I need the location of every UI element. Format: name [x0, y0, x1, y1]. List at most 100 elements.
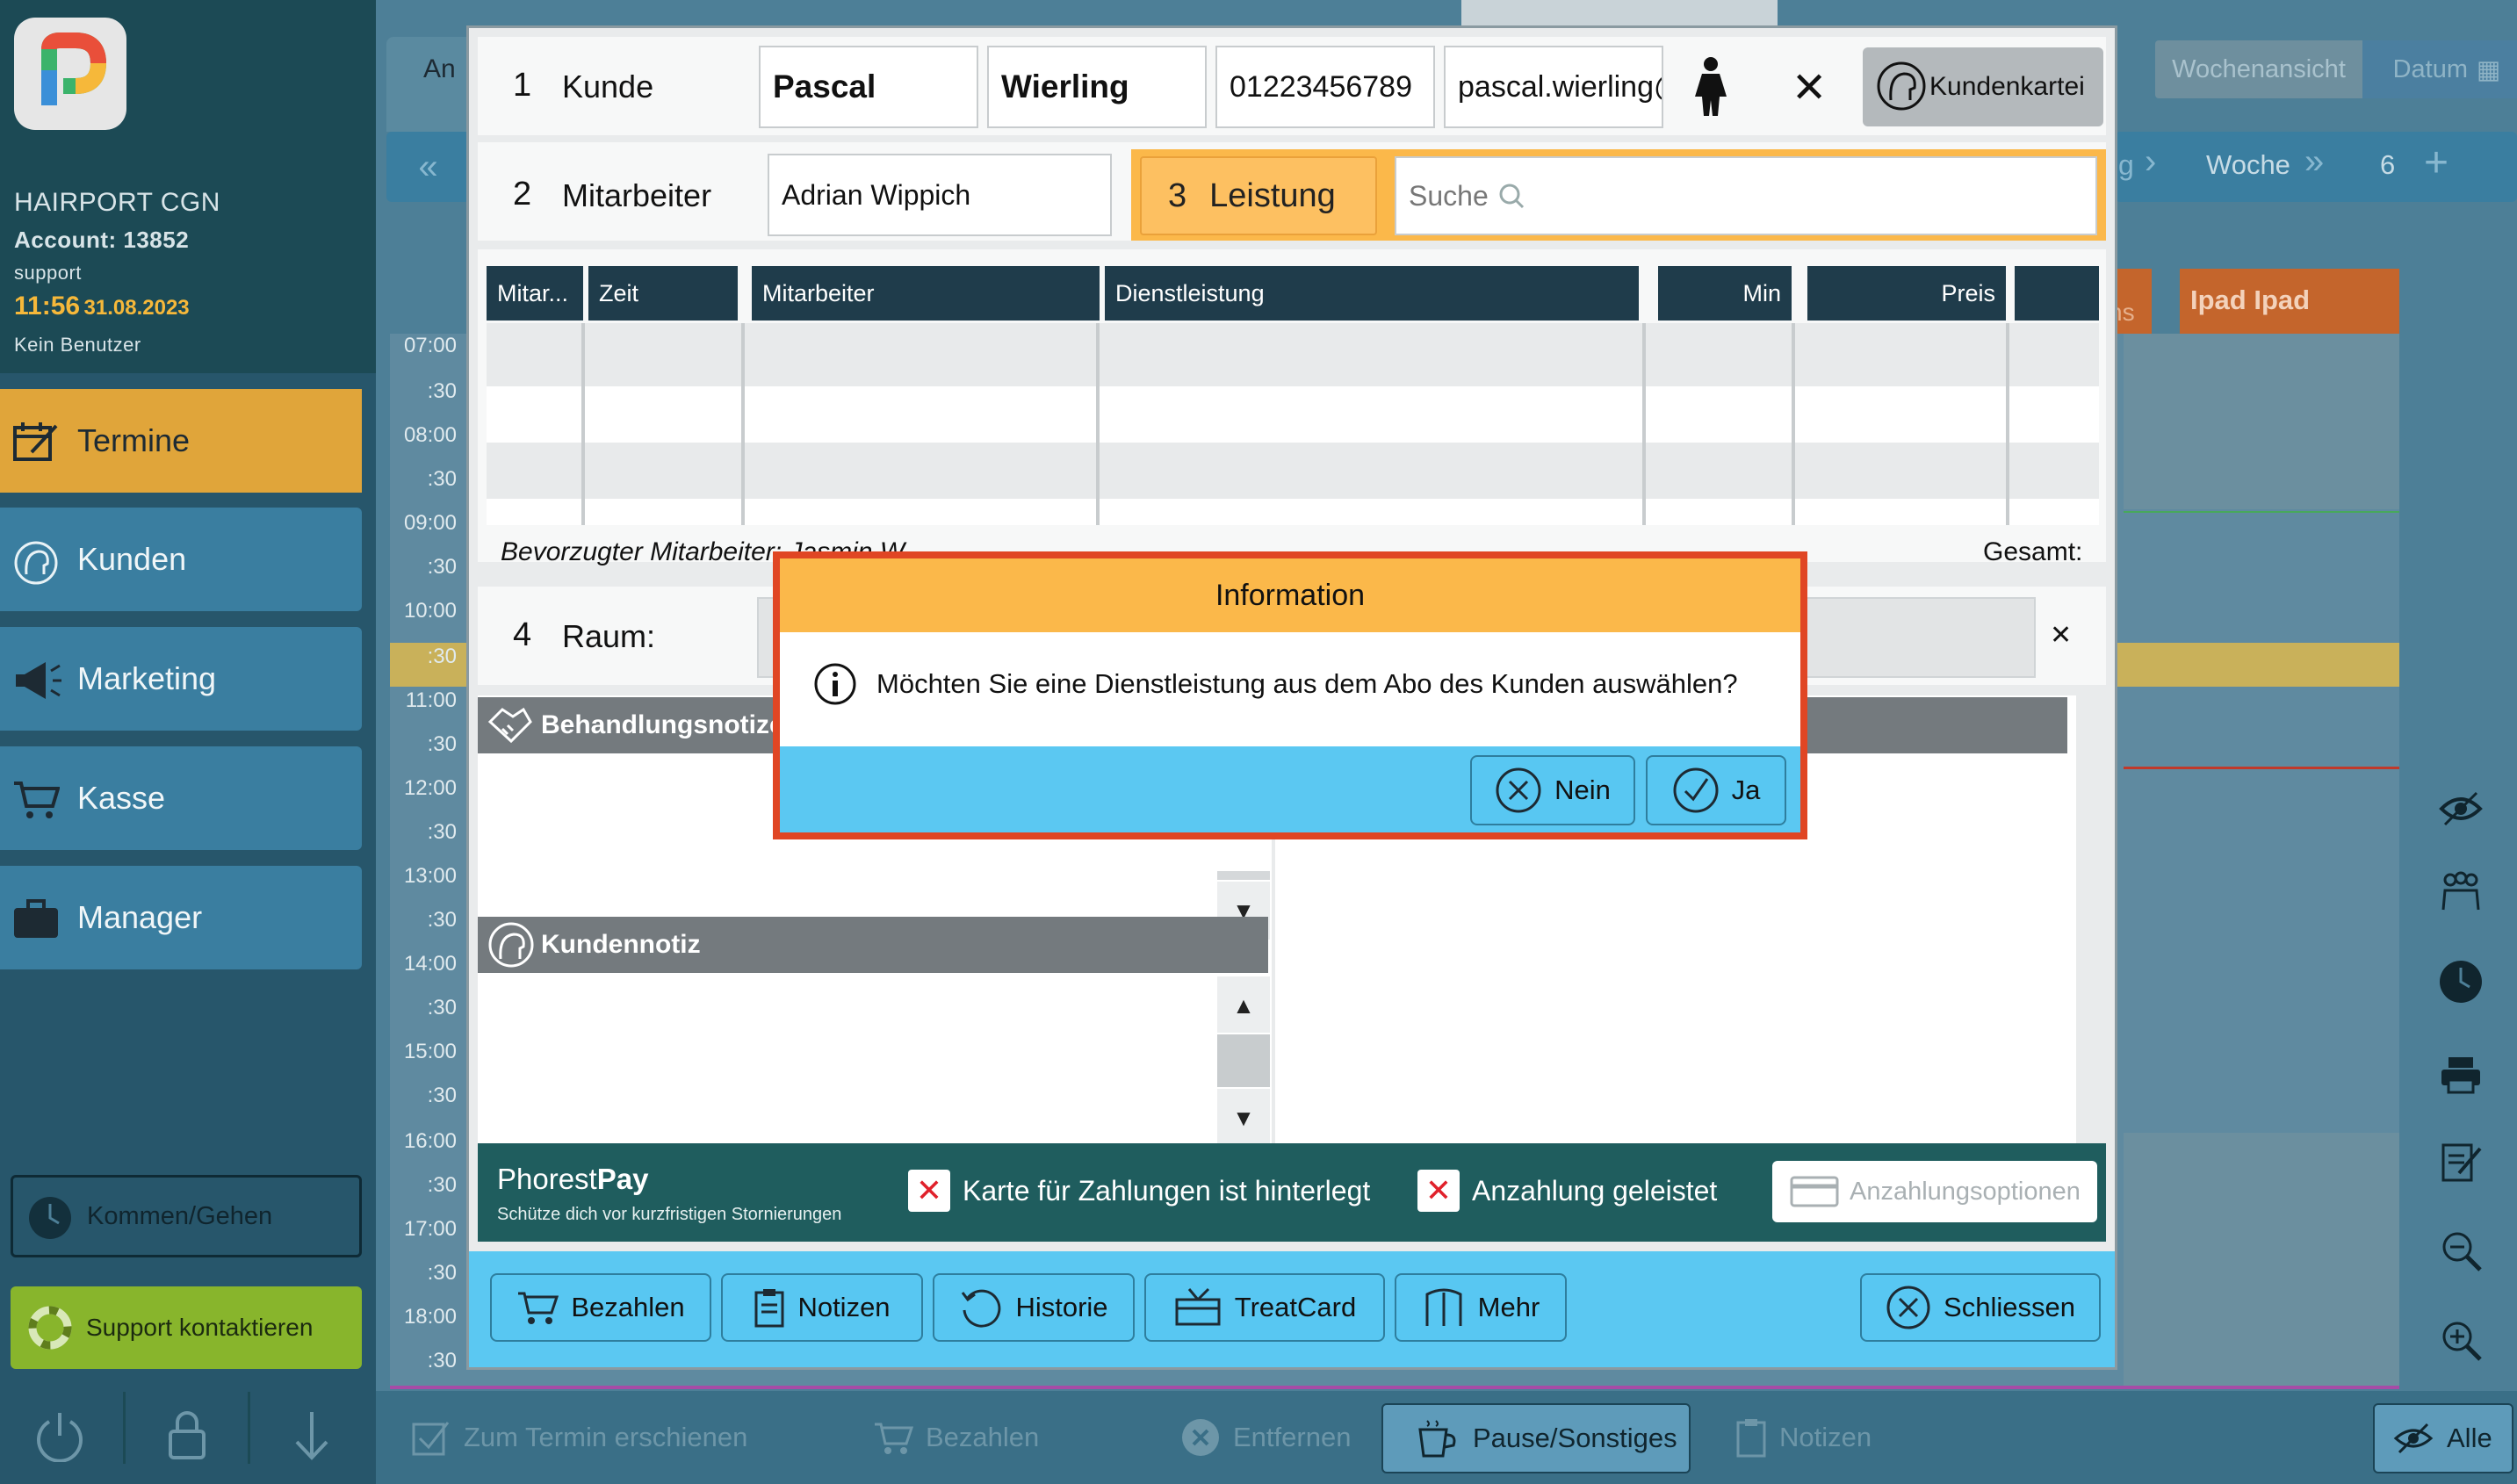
col-divider: [1792, 323, 1795, 525]
bottom-pay-label: Bezahlen: [926, 1422, 1040, 1452]
phorestpay-bar: PhorestPay Schütze dich vor kurzfristige…: [478, 1143, 2106, 1242]
next-week-icon[interactable]: »: [2304, 142, 2324, 182]
zoom-in-icon[interactable]: [2438, 1317, 2484, 1363]
sidebar-header: HAIRPORT CGN Account: 13852 support 11:5…: [0, 0, 376, 373]
more-label: Mehr: [1477, 1292, 1540, 1322]
table-row[interactable]: [487, 499, 2099, 525]
treatcard-button[interactable]: TreatCard: [1144, 1273, 1385, 1342]
col-header-minutes: Min: [1658, 266, 1792, 321]
clear-room-icon[interactable]: ✕: [2050, 620, 2072, 651]
scroll-thumb[interactable]: [1217, 1034, 1270, 1087]
clock-icon[interactable]: [2438, 959, 2484, 1005]
deposit-options-button[interactable]: Anzahlungsoptionen: [1772, 1161, 2097, 1222]
zoom-out-icon[interactable]: [2438, 1228, 2484, 1273]
deposit-status: ✕ Anzahlung geleistet: [1417, 1170, 1717, 1212]
nav-kunden[interactable]: Kunden: [0, 508, 362, 611]
information-dialog: Information Möchten Sie eine Dienstleist…: [773, 551, 1807, 839]
room-label: Raum:: [562, 618, 656, 654]
step-number: 1: [513, 67, 532, 104]
customer-phone-field[interactable]: 01223456789: [1215, 46, 1435, 128]
week-label: Woche: [2206, 149, 2290, 180]
lock-icon[interactable]: [167, 1410, 207, 1459]
dialog-footer: Nein Ja: [780, 746, 1800, 832]
notes-button[interactable]: Notizen: [721, 1273, 923, 1342]
table-row[interactable]: [487, 323, 2099, 386]
scroll-thumb[interactable]: [1217, 871, 1270, 880]
nav-manager[interactable]: Manager: [0, 866, 362, 969]
customer-card-button[interactable]: Kundenkartei: [1863, 47, 2103, 126]
dialog-message-row: Möchten Sie eine Dienstleistung aus dem …: [813, 662, 1738, 706]
customer-firstname-field[interactable]: Pascal: [759, 46, 978, 128]
bottom-pay-button[interactable]: Bezahlen: [873, 1391, 1039, 1484]
support-button[interactable]: Support kontaktieren: [11, 1286, 362, 1369]
step-number: 3: [1168, 176, 1187, 214]
clear-customer-icon[interactable]: ✕: [1792, 63, 1827, 112]
more-arrows-icon: [1422, 1287, 1466, 1328]
group-icon[interactable]: [2438, 869, 2484, 915]
show-all-button[interactable]: Alle: [2373, 1403, 2513, 1473]
more-button[interactable]: Mehr: [1395, 1273, 1567, 1342]
pause-button[interactable]: Pause/Sonstiges: [1381, 1403, 1691, 1473]
cart-icon: [873, 1419, 913, 1456]
col-header-extra: [2015, 266, 2099, 321]
nav-label: Termine: [77, 422, 191, 458]
coffee-cup-icon: [1415, 1417, 1460, 1459]
history-button[interactable]: Historie: [933, 1273, 1135, 1342]
time-label: 07:00: [403, 334, 457, 357]
time-label: 16:00: [403, 1129, 457, 1153]
nav-kasse[interactable]: Kasse: [0, 746, 362, 850]
current-time-line: [2124, 767, 2399, 769]
nav-termine[interactable]: Termine: [0, 389, 362, 493]
scroll-up-icon[interactable]: ▲: [1217, 976, 1270, 1033]
week-view-button[interactable]: Wochenansicht: [2155, 55, 2362, 84]
arrow-down-icon[interactable]: [290, 1408, 334, 1461]
time-label: :30: [427, 555, 457, 579]
pay-button[interactable]: Bezahlen: [490, 1273, 711, 1342]
power-icon[interactable]: [35, 1409, 84, 1462]
close-label: Schliessen: [1944, 1292, 2075, 1322]
megaphone-icon: [12, 659, 61, 701]
notes-edit-icon[interactable]: [2438, 1138, 2484, 1184]
col-divider: [2006, 323, 2009, 525]
yes-button[interactable]: Ja: [1646, 755, 1786, 825]
table-row[interactable]: [487, 386, 2099, 443]
nav-marketing[interactable]: Marketing: [0, 627, 362, 731]
eye-icon[interactable]: [2438, 786, 2484, 832]
customer-head-icon: [12, 539, 60, 585]
col-header-price: Preis: [1807, 266, 2006, 321]
employee-field[interactable]: Adrian Wippich: [768, 154, 1112, 236]
time-label: :30: [427, 996, 457, 1019]
dialog-message: Möchten Sie eine Dienstleistung aus dem …: [876, 668, 1738, 699]
column-header-ipad: Ipad Ipad: [2180, 269, 2399, 334]
time-label: :30: [427, 379, 457, 403]
time-label: 13:00: [403, 864, 457, 888]
history-icon: [959, 1286, 1003, 1329]
printer-icon[interactable]: [2438, 1052, 2484, 1098]
customer-email-field[interactable]: pascal.wierling@: [1444, 46, 1663, 128]
salon-name: HAIRPORT CGN: [14, 188, 220, 217]
female-icon[interactable]: [1691, 56, 1730, 118]
bottom-notes-button[interactable]: Notizen: [1735, 1391, 1872, 1484]
kommen-gehen-button[interactable]: Kommen/Gehen: [11, 1175, 362, 1257]
table-row[interactable]: [487, 443, 2099, 499]
col-header-time: Zeit: [588, 266, 738, 321]
col-header-employee-short: Mitar...: [487, 266, 583, 321]
unchecked-x-icon: ✕: [908, 1170, 950, 1212]
customer-lastname-field[interactable]: Wierling: [987, 46, 1207, 128]
add-icon[interactable]: +: [2424, 139, 2448, 187]
close-modal-button[interactable]: Schliessen: [1860, 1273, 2101, 1342]
appeared-button[interactable]: Zum Termin erschienen: [411, 1391, 747, 1484]
user-name: support: [14, 262, 82, 284]
step-number: 4: [513, 616, 532, 653]
card-saved-status: ✕ Karte für Zahlungen ist hinterlegt: [908, 1170, 1370, 1212]
prev-week-icon[interactable]: «: [386, 132, 470, 202]
notes-label: Notizen: [797, 1292, 891, 1322]
date-view-button[interactable]: Datum ▦: [2362, 40, 2517, 98]
chevron-right-icon[interactable]: ›: [2145, 142, 2156, 182]
time-label: 15:00: [403, 1040, 457, 1063]
scroll-down-icon[interactable]: ▼: [1217, 1089, 1270, 1145]
service-search-input[interactable]: Suche: [1395, 156, 2097, 235]
no-button[interactable]: Nein: [1470, 755, 1635, 825]
remove-button[interactable]: Entfernen: [1180, 1391, 1351, 1484]
col-header-service: Dienstleistung: [1105, 266, 1639, 321]
